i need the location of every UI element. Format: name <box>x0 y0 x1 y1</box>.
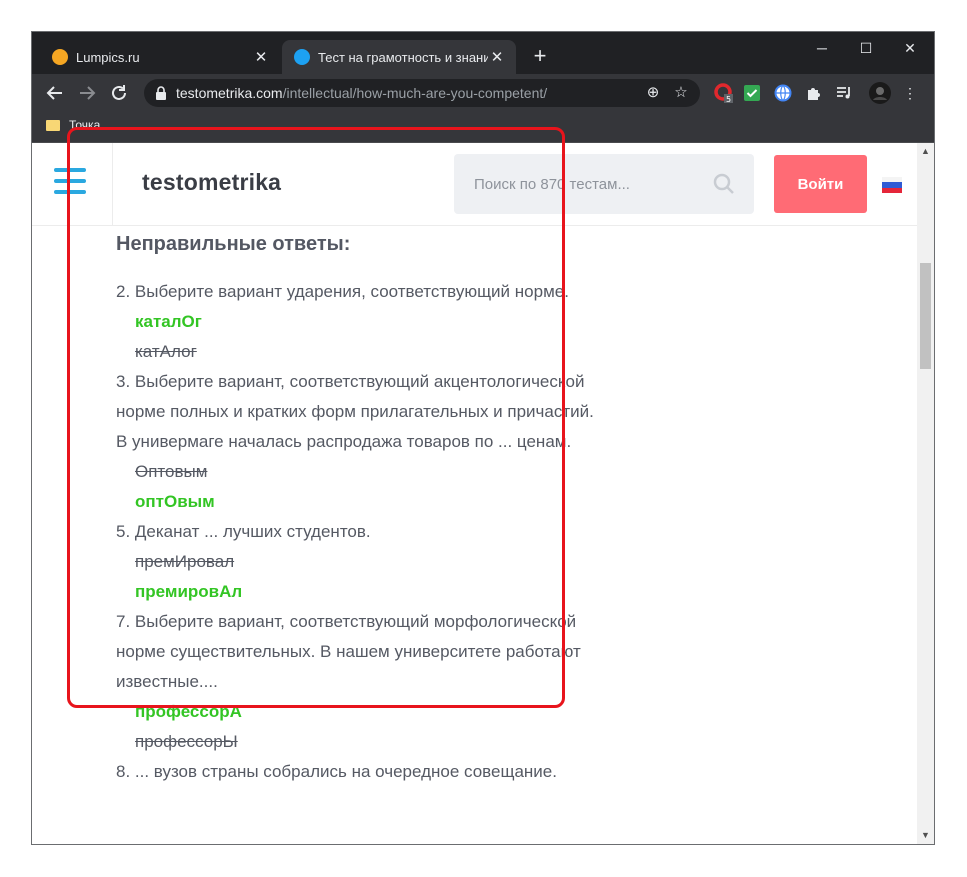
svg-text:5: 5 <box>726 95 731 103</box>
lock-icon <box>156 86 166 100</box>
playlist-icon[interactable] <box>834 83 854 103</box>
opera-extension-icon[interactable]: 5 <box>714 83 734 103</box>
back-arrow-icon <box>46 86 62 100</box>
lumpics-favicon-icon <box>52 49 68 65</box>
russian-flag-icon[interactable] <box>882 177 902 193</box>
profile-avatar[interactable] <box>868 81 892 105</box>
scroll-up-arrow-icon[interactable]: ▲ <box>917 143 934 160</box>
search-icon[interactable] <box>712 172 736 196</box>
tab-title: Тест на грамотность и знание р <box>318 49 488 65</box>
tab-strip: Lumpics.ru ✕ Тест на грамотность и знани… <box>32 32 934 74</box>
tab-testometrika[interactable]: Тест на грамотность и знание р ✕ <box>282 40 516 74</box>
url-text: testometrika.com/intellectual/how-much-a… <box>176 85 548 101</box>
back-button[interactable] <box>42 80 68 106</box>
globe-extension-icon[interactable] <box>773 83 793 103</box>
reload-icon <box>112 85 126 100</box>
close-window-button[interactable]: ✕ <box>888 32 932 64</box>
address-bar[interactable]: testometrika.com/intellectual/how-much-a… <box>144 79 700 107</box>
folder-icon <box>46 119 60 131</box>
tab-title: Lumpics.ru <box>76 49 140 65</box>
wrong-answer: профессорЫ <box>135 732 238 751</box>
browser-toolbar: testometrika.com/intellectual/how-much-a… <box>32 74 934 112</box>
bookmark-star-icon[interactable]: ☆ <box>670 82 692 104</box>
close-tab-icon[interactable]: ✕ <box>252 48 270 66</box>
maximize-button[interactable]: ☐ <box>844 32 888 64</box>
reload-button[interactable] <box>106 80 132 106</box>
browser-menu-icon[interactable]: ⋮ <box>900 83 920 103</box>
forward-button[interactable] <box>74 80 100 106</box>
new-tab-button[interactable]: + <box>528 44 552 68</box>
testometrika-favicon-icon <box>294 49 310 65</box>
tab-lumpics[interactable]: Lumpics.ru ✕ <box>40 40 280 74</box>
login-button[interactable]: Войти <box>774 155 867 213</box>
forward-arrow-icon <box>80 86 96 100</box>
question-text: 8. ... вузов страны собрались на очередн… <box>116 762 557 781</box>
highlight-frame <box>67 127 565 708</box>
add-icon[interactable]: ⊕ <box>642 82 664 104</box>
scrollbar-thumb[interactable] <box>920 263 931 369</box>
scroll-down-arrow-icon[interactable]: ▼ <box>917 827 934 844</box>
checkmark-extension-icon[interactable] <box>742 83 762 103</box>
puzzle-icon[interactable] <box>804 83 824 103</box>
close-tab-icon[interactable]: ✕ <box>488 48 506 66</box>
minimize-button[interactable]: ─ <box>800 32 844 64</box>
page-scrollbar[interactable]: ▲ ▼ <box>917 143 934 844</box>
